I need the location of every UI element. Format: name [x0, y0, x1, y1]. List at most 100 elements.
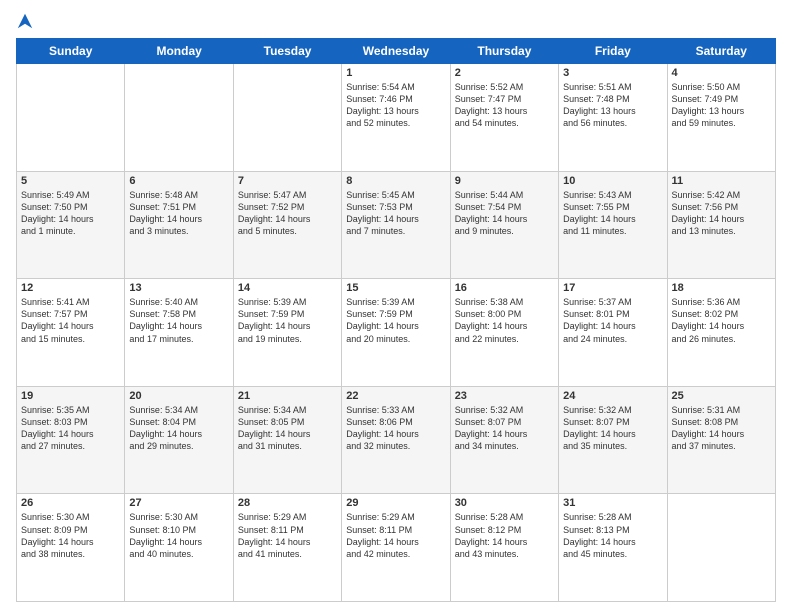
day-info: Sunrise: 5:52 AM Sunset: 7:47 PM Dayligh…: [455, 81, 554, 130]
day-info: Sunrise: 5:35 AM Sunset: 8:03 PM Dayligh…: [21, 404, 120, 453]
calendar-cell: 9 Sunrise: 5:44 AM Sunset: 7:54 PM Daylig…: [450, 171, 558, 279]
day-number: 23: [455, 390, 554, 402]
calendar-header-row: SundayMondayTuesdayWednesdayThursdayFrid…: [17, 39, 776, 64]
day-number: 11: [672, 175, 771, 187]
day-number: 26: [21, 497, 120, 509]
day-number: 29: [346, 497, 445, 509]
calendar-cell: 31 Sunrise: 5:28 AM Sunset: 8:13 PM Dayli…: [559, 494, 667, 602]
calendar-cell: 6 Sunrise: 5:48 AM Sunset: 7:51 PM Daylig…: [125, 171, 233, 279]
day-header-monday: Monday: [125, 39, 233, 64]
day-number: 8: [346, 175, 445, 187]
calendar-cell: 11Sunrise: 5:42 AM Sunset: 7:56 PM Dayli…: [667, 171, 775, 279]
day-info: Sunrise: 5:33 AM Sunset: 8:06 PM Dayligh…: [346, 404, 445, 453]
calendar-cell: 19 Sunrise: 5:35 AM Sunset: 8:03 PM Dayli…: [17, 386, 125, 494]
calendar-cell: 23Sunrise: 5:32 AM Sunset: 8:07 PM Dayli…: [450, 386, 558, 494]
day-number: 2: [455, 67, 554, 79]
day-number: 17: [563, 282, 662, 294]
calendar-cell: 5Sunrise: 5:49 AM Sunset: 7:50 PM Daylig…: [17, 171, 125, 279]
day-info: Sunrise: 5:29 AM Sunset: 8:11 PM Dayligh…: [238, 511, 337, 560]
calendar-cell: 28 Sunrise: 5:29 AM Sunset: 8:11 PM Dayli…: [233, 494, 341, 602]
day-number: 30: [455, 497, 554, 509]
day-info: Sunrise: 5:36 AM Sunset: 8:02 PM Dayligh…: [672, 296, 771, 345]
calendar-cell: 24Sunrise: 5:32 AM Sunset: 8:07 PM Dayli…: [559, 386, 667, 494]
day-number: 22: [346, 390, 445, 402]
day-info: Sunrise: 5:39 AM Sunset: 7:59 PM Dayligh…: [238, 296, 337, 345]
day-info: Sunrise: 5:44 AM Sunset: 7:54 PM Dayligh…: [455, 189, 554, 238]
day-number: 3: [563, 67, 662, 79]
day-info: Sunrise: 5:49 AM Sunset: 7:50 PM Dayligh…: [21, 189, 120, 238]
day-number: 24: [563, 390, 662, 402]
calendar-cell: 25 Sunrise: 5:31 AM Sunset: 8:08 PM Dayli…: [667, 386, 775, 494]
day-info: Sunrise: 5:43 AM Sunset: 7:55 PM Dayligh…: [563, 189, 662, 238]
week-row-3: 12 Sunrise: 5:41 AM Sunset: 7:57 PM Dayli…: [17, 279, 776, 387]
day-info: Sunrise: 5:28 AM Sunset: 8:12 PM Dayligh…: [455, 511, 554, 560]
day-info: Sunrise: 5:47 AM Sunset: 7:52 PM Dayligh…: [238, 189, 337, 238]
day-number: 16: [455, 282, 554, 294]
day-number: 19: [21, 390, 120, 402]
day-info: Sunrise: 5:50 AM Sunset: 7:49 PM Dayligh…: [672, 81, 771, 130]
calendar-cell: 22 Sunrise: 5:33 AM Sunset: 8:06 PM Dayli…: [342, 386, 450, 494]
day-info: Sunrise: 5:34 AM Sunset: 8:05 PM Dayligh…: [238, 404, 337, 453]
calendar-cell: [125, 64, 233, 172]
day-info: Sunrise: 5:54 AM Sunset: 7:46 PM Dayligh…: [346, 81, 445, 130]
calendar-cell: [233, 64, 341, 172]
calendar-cell: 21 Sunrise: 5:34 AM Sunset: 8:05 PM Dayli…: [233, 386, 341, 494]
day-info: Sunrise: 5:40 AM Sunset: 7:58 PM Dayligh…: [129, 296, 228, 345]
day-header-wednesday: Wednesday: [342, 39, 450, 64]
calendar-cell: 10 Sunrise: 5:43 AM Sunset: 7:55 PM Dayli…: [559, 171, 667, 279]
page: SundayMondayTuesdayWednesdayThursdayFrid…: [0, 0, 792, 612]
week-row-1: 1 Sunrise: 5:54 AM Sunset: 7:46 PM Daylig…: [17, 64, 776, 172]
calendar-cell: 30 Sunrise: 5:28 AM Sunset: 8:12 PM Dayli…: [450, 494, 558, 602]
day-info: Sunrise: 5:30 AM Sunset: 8:09 PM Dayligh…: [21, 511, 120, 560]
day-info: Sunrise: 5:29 AM Sunset: 8:11 PM Dayligh…: [346, 511, 445, 560]
day-info: Sunrise: 5:41 AM Sunset: 7:57 PM Dayligh…: [21, 296, 120, 345]
calendar-cell: 26 Sunrise: 5:30 AM Sunset: 8:09 PM Dayli…: [17, 494, 125, 602]
day-number: 12: [21, 282, 120, 294]
calendar-cell: 16 Sunrise: 5:38 AM Sunset: 8:00 PM Dayli…: [450, 279, 558, 387]
day-info: Sunrise: 5:51 AM Sunset: 7:48 PM Dayligh…: [563, 81, 662, 130]
day-number: 10: [563, 175, 662, 187]
calendar-cell: 20Sunrise: 5:34 AM Sunset: 8:04 PM Dayli…: [125, 386, 233, 494]
calendar-cell: 8 Sunrise: 5:45 AM Sunset: 7:53 PM Daylig…: [342, 171, 450, 279]
day-info: Sunrise: 5:45 AM Sunset: 7:53 PM Dayligh…: [346, 189, 445, 238]
day-number: 6: [129, 175, 228, 187]
week-row-5: 26 Sunrise: 5:30 AM Sunset: 8:09 PM Dayli…: [17, 494, 776, 602]
day-info: Sunrise: 5:39 AM Sunset: 7:59 PM Dayligh…: [346, 296, 445, 345]
calendar-cell: 14 Sunrise: 5:39 AM Sunset: 7:59 PM Dayli…: [233, 279, 341, 387]
calendar-cell: 4 Sunrise: 5:50 AM Sunset: 7:49 PM Daylig…: [667, 64, 775, 172]
day-number: 4: [672, 67, 771, 79]
day-number: 27: [129, 497, 228, 509]
day-info: Sunrise: 5:28 AM Sunset: 8:13 PM Dayligh…: [563, 511, 662, 560]
day-info: Sunrise: 5:30 AM Sunset: 8:10 PM Dayligh…: [129, 511, 228, 560]
day-number: 25: [672, 390, 771, 402]
calendar-cell: 1 Sunrise: 5:54 AM Sunset: 7:46 PM Daylig…: [342, 64, 450, 172]
day-number: 9: [455, 175, 554, 187]
calendar-cell: 27 Sunrise: 5:30 AM Sunset: 8:10 PM Dayli…: [125, 494, 233, 602]
day-number: 14: [238, 282, 337, 294]
day-info: Sunrise: 5:38 AM Sunset: 8:00 PM Dayligh…: [455, 296, 554, 345]
logo: [16, 12, 38, 30]
calendar-cell: 13 Sunrise: 5:40 AM Sunset: 7:58 PM Dayli…: [125, 279, 233, 387]
day-info: Sunrise: 5:31 AM Sunset: 8:08 PM Dayligh…: [672, 404, 771, 453]
day-info: Sunrise: 5:37 AM Sunset: 8:01 PM Dayligh…: [563, 296, 662, 345]
day-number: 18: [672, 282, 771, 294]
day-number: 28: [238, 497, 337, 509]
calendar-cell: 15 Sunrise: 5:39 AM Sunset: 7:59 PM Dayli…: [342, 279, 450, 387]
day-info: Sunrise: 5:48 AM Sunset: 7:51 PM Dayligh…: [129, 189, 228, 238]
week-row-4: 19 Sunrise: 5:35 AM Sunset: 8:03 PM Dayli…: [17, 386, 776, 494]
day-number: 13: [129, 282, 228, 294]
calendar-cell: 7 Sunrise: 5:47 AM Sunset: 7:52 PM Daylig…: [233, 171, 341, 279]
calendar-cell: 29 Sunrise: 5:29 AM Sunset: 8:11 PM Dayli…: [342, 494, 450, 602]
day-header-thursday: Thursday: [450, 39, 558, 64]
calendar-cell: 17 Sunrise: 5:37 AM Sunset: 8:01 PM Dayli…: [559, 279, 667, 387]
calendar-cell: 3 Sunrise: 5:51 AM Sunset: 7:48 PM Daylig…: [559, 64, 667, 172]
day-number: 15: [346, 282, 445, 294]
day-number: 1: [346, 67, 445, 79]
day-number: 21: [238, 390, 337, 402]
day-header-friday: Friday: [559, 39, 667, 64]
day-number: 7: [238, 175, 337, 187]
week-row-2: 5Sunrise: 5:49 AM Sunset: 7:50 PM Daylig…: [17, 171, 776, 279]
day-number: 31: [563, 497, 662, 509]
calendar-cell: 18 Sunrise: 5:36 AM Sunset: 8:02 PM Dayli…: [667, 279, 775, 387]
calendar-cell: 2 Sunrise: 5:52 AM Sunset: 7:47 PM Daylig…: [450, 64, 558, 172]
